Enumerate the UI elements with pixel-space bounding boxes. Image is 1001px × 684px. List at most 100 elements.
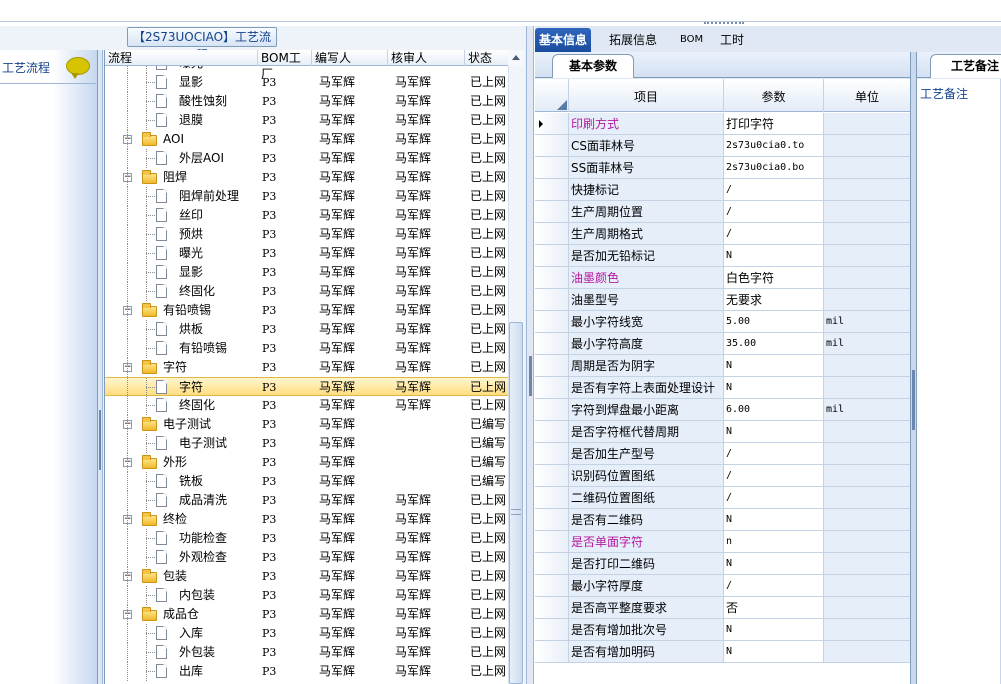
param-value[interactable]: 2s73u0cia0.bo — [724, 157, 824, 178]
param-row[interactable]: 是否打印二维码 N — [535, 553, 911, 575]
param-value[interactable]: 5.00 — [724, 311, 824, 332]
table-row[interactable]: 字符 P3 马军辉 马军辉 已上网 — [105, 377, 509, 397]
grid-col-4[interactable]: 状态 — [465, 50, 509, 66]
param-row[interactable]: 是否高平整度要求否 — [535, 597, 911, 619]
param-value[interactable]: N — [724, 509, 824, 530]
row-indicator[interactable] — [535, 553, 569, 574]
table-row[interactable]: 出库 P3 马军辉 马军辉 已上网 — [105, 662, 509, 681]
param-value[interactable]: N — [724, 421, 824, 442]
param-value[interactable]: n — [724, 531, 824, 552]
row-indicator[interactable] — [535, 267, 569, 288]
grid-col-2[interactable]: 编写人 — [312, 50, 388, 66]
table-row[interactable]: 外观检查 P3 马军辉 马军辉 已上网 — [105, 548, 509, 567]
param-row[interactable]: 油墨颜色 白色字符 — [535, 267, 911, 289]
table-row[interactable]: 功能检查 P3 马军辉 马军辉 已上网 — [105, 529, 509, 548]
param-unit[interactable] — [824, 443, 910, 464]
row-indicator[interactable] — [535, 465, 569, 486]
param-value[interactable]: / — [724, 223, 824, 244]
param-unit[interactable] — [824, 267, 910, 288]
row-indicator[interactable] — [535, 399, 569, 420]
table-row[interactable]: 内包装 P3 马军辉 马军辉 已上网 — [105, 586, 509, 605]
right-splitter[interactable] — [910, 52, 917, 684]
param-row[interactable]: 最小字符高度 35.00 mil — [535, 333, 911, 355]
table-row[interactable]: 预烘 P3 马军辉 马军辉 已上网 — [105, 225, 509, 244]
param-value[interactable]: / — [724, 443, 824, 464]
tab-work-hours[interactable]: 工时 — [716, 28, 748, 52]
table-row[interactable]: 曝光 P3 马军辉 马军辉 已上网 — [105, 244, 509, 263]
table-row[interactable]: 终固化 P3 马军辉 马军辉 已上网 — [105, 282, 509, 301]
param-unit[interactable] — [824, 531, 910, 552]
param-row[interactable]: 最小字符线宽 5.00 mil — [535, 311, 911, 333]
param-value[interactable]: 35.00 — [724, 333, 824, 354]
table-row[interactable]: 电子测试 P3 马军辉 已编写 — [105, 434, 509, 453]
row-indicator[interactable] — [535, 509, 569, 530]
table-row[interactable]: 烘板 P3 马军辉 马军辉 已上网 — [105, 320, 509, 339]
param-value[interactable]: / — [724, 201, 824, 222]
param-row[interactable]: 生产周期格式 / — [535, 223, 911, 245]
param-row[interactable]: 印刷方式 打印字符 — [535, 113, 911, 135]
table-row[interactable]: 丝印 P3 马军辉 马军辉 已上网 — [105, 206, 509, 225]
table-row[interactable]: 阻焊前处理 P3 马军辉 马军辉 已上网 — [105, 187, 509, 206]
table-row[interactable]: 铣板 P3 马军辉 已编写 — [105, 472, 509, 491]
table-row[interactable]: 外层AOI P3 马军辉 马军辉 已上网 — [105, 149, 509, 168]
row-indicator[interactable] — [535, 531, 569, 552]
table-row[interactable]: − AOI P3 马军辉 马军辉 已上网 — [105, 130, 509, 149]
grid-col-0[interactable]: 流程 — [105, 50, 258, 66]
table-row[interactable]: − 阻焊 P3 马军辉 马军辉 已上网 — [105, 168, 509, 187]
table-row[interactable]: − 字符 P3 马军辉 马军辉 已上网 — [105, 358, 509, 377]
param-row[interactable]: 字符到焊盘最小距离 6.00 mil — [535, 399, 911, 421]
param-row[interactable]: 快捷标记 / — [535, 179, 911, 201]
param-unit[interactable]: mil — [824, 311, 910, 332]
table-row[interactable]: 显影 P3 马军辉 马军辉 已上网 — [105, 73, 509, 92]
table-row[interactable]: 酸性蚀刻 P3 马军辉 马军辉 已上网 — [105, 92, 509, 111]
grid-col-3[interactable]: 核审人 — [388, 50, 465, 66]
param-col-value[interactable]: 参数 — [724, 79, 824, 112]
param-col-unit[interactable]: 单位 — [824, 79, 910, 112]
param-value[interactable]: N — [724, 619, 824, 640]
param-unit[interactable] — [824, 135, 910, 156]
param-row[interactable]: 是否有二维码 N — [535, 509, 911, 531]
param-unit[interactable] — [824, 421, 910, 442]
param-value[interactable]: / — [724, 487, 824, 508]
row-indicator[interactable] — [535, 245, 569, 266]
row-indicator[interactable] — [535, 201, 569, 222]
param-unit[interactable] — [824, 553, 910, 574]
param-value[interactable]: 无要求 — [724, 289, 824, 310]
param-row[interactable]: 周期是否为阴字 N — [535, 355, 911, 377]
param-unit[interactable] — [824, 355, 910, 376]
tab-basic-params[interactable]: 基本参数 — [552, 54, 634, 78]
row-indicator[interactable] — [535, 333, 569, 354]
param-unit[interactable] — [824, 641, 910, 662]
row-indicator[interactable] — [535, 377, 569, 398]
param-value[interactable]: N — [724, 553, 824, 574]
table-row[interactable]: 终固化 P3 马军辉 马军辉 已上网 — [105, 396, 509, 415]
table-row[interactable]: 成品清洗 P3 马军辉 马军辉 已上网 — [105, 491, 509, 510]
param-col-item[interactable]: 项目 — [569, 79, 724, 112]
scroll-thumb[interactable] — [509, 322, 523, 684]
param-value[interactable]: / — [724, 465, 824, 486]
row-indicator[interactable] — [535, 311, 569, 332]
row-indicator[interactable] — [535, 619, 569, 640]
param-row[interactable]: 是否有增加批次号 N — [535, 619, 911, 641]
param-row[interactable]: 是否加生产型号 / — [535, 443, 911, 465]
table-row[interactable]: 有铅喷锡 P3 马军辉 马军辉 已上网 — [105, 339, 509, 358]
comment-icon[interactable] — [66, 57, 90, 79]
param-row[interactable]: 生产周期位置 / — [535, 201, 911, 223]
param-row[interactable]: 是否字符框代替周期 N — [535, 421, 911, 443]
tab-extended-info[interactable]: 拓展信息 — [605, 28, 661, 52]
row-indicator[interactable] — [535, 421, 569, 442]
notes-panel[interactable] — [917, 79, 1001, 684]
row-indicator[interactable] — [535, 223, 569, 244]
table-row[interactable]: − 有铅喷锡 P3 马军辉 马军辉 已上网 — [105, 301, 509, 320]
table-row[interactable]: − 外形 P3 马军辉 已编写 — [105, 453, 509, 472]
row-indicator[interactable] — [535, 443, 569, 464]
tab-process-notes[interactable]: 工艺备注 — [930, 54, 1001, 78]
middle-splitter[interactable] — [526, 26, 534, 684]
param-row[interactable]: 是否加无铅标记 N — [535, 245, 911, 267]
param-unit[interactable]: mil — [824, 399, 910, 420]
row-indicator[interactable] — [535, 157, 569, 178]
table-row[interactable]: − 终检 P3 马军辉 马军辉 已上网 — [105, 510, 509, 529]
param-row[interactable]: 油墨型号 无要求 — [535, 289, 911, 311]
param-unit[interactable] — [824, 289, 910, 310]
left-splitter[interactable] — [98, 50, 103, 684]
